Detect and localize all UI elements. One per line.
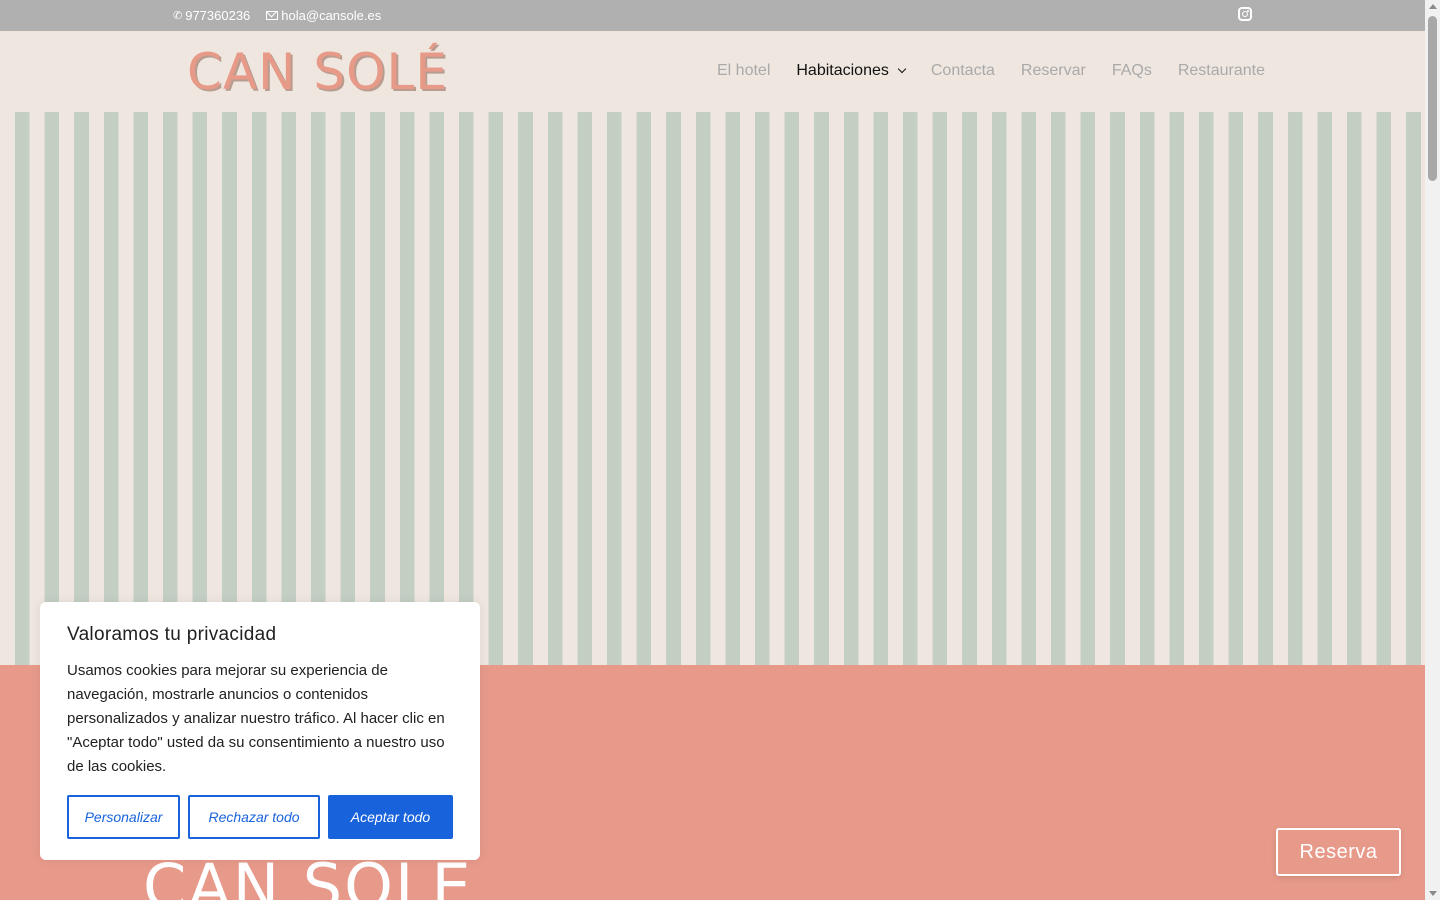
phone-link[interactable]: ✆ 977360236 (173, 8, 250, 23)
contact-info: ✆ 977360236 hola@cansole.es (173, 8, 381, 23)
nav-item-habitaciones[interactable]: Habitaciones (796, 62, 907, 80)
reject-all-button[interactable]: Rechazar todo (188, 795, 320, 839)
cookie-title: Valoramos tu privacidad (67, 624, 277, 645)
site-logo[interactable]: CAN SOLÉ (187, 41, 448, 103)
cookie-body: Usamos cookies para mejorar su experienc… (67, 662, 445, 775)
nav-item-contacta[interactable]: Contacta (931, 62, 995, 80)
nav-item-el-hotel[interactable]: El hotel (717, 62, 770, 80)
mail-icon (266, 11, 279, 20)
scroll-down-arrow-icon[interactable] (1429, 891, 1437, 896)
cookie-consent-dialog: Valoramos tu privacidad Usamos cookies p… (40, 602, 480, 860)
site-header: CAN SOLÉ El hotel Habitaciones Contacta … (0, 31, 1425, 112)
email-link[interactable]: hola@cansole.es (266, 8, 381, 23)
chevron-down-icon (897, 64, 907, 74)
reserva-button[interactable]: Reserva (1276, 828, 1401, 876)
scroll-up-arrow-icon[interactable] (1429, 4, 1437, 9)
top-info-bar: ✆ 977360236 hola@cansole.es (0, 0, 1425, 31)
email-address: hola@cansole.es (281, 8, 382, 23)
instagram-icon[interactable] (1238, 7, 1252, 21)
customize-button[interactable]: Personalizar (67, 795, 180, 839)
phone-icon: ✆ (173, 10, 183, 22)
nav-item-reservar[interactable]: Reservar (1021, 62, 1086, 80)
nav-item-restaurante[interactable]: Restaurante (1178, 62, 1265, 80)
scrollbar-thumb[interactable] (1428, 16, 1437, 181)
phone-number: 977360236 (185, 8, 251, 23)
accept-all-button[interactable]: Aceptar todo (328, 795, 453, 839)
striped-hero-background (0, 112, 1425, 665)
nav-item-faqs[interactable]: FAQs (1112, 62, 1152, 80)
nav-item-label: Habitaciones (796, 62, 889, 79)
main-nav: El hotel Habitaciones Contacta Reservar … (717, 62, 1265, 80)
page-scrollbar[interactable] (1425, 0, 1440, 900)
